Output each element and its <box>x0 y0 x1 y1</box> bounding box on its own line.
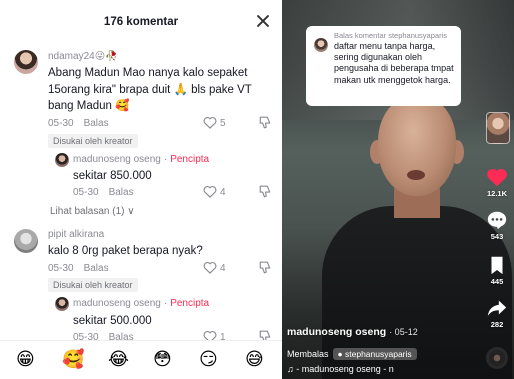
heart-icon[interactable] <box>203 185 217 198</box>
music-ticker[interactable]: ♫ - madunoseng oseng - n <box>287 364 394 374</box>
reply-button[interactable]: Balas <box>84 263 109 274</box>
dislike-icon[interactable] <box>259 185 271 198</box>
replying-to-line: Membalas ● stephanusyaparis <box>287 348 417 360</box>
replying-to-chip[interactable]: ● stephanusyaparis <box>332 348 417 360</box>
like-count: 4 <box>220 263 226 274</box>
creator-avatar[interactable] <box>486 112 510 144</box>
replying-label: Membalas <box>287 349 329 359</box>
video-person-mouth <box>407 170 425 180</box>
emoji-button[interactable]: 😏 <box>199 349 218 371</box>
emoji-button[interactable]: 😳 <box>153 349 172 371</box>
reply-sticker-text: daftar menu tanpa harga, sering digunaka… <box>334 41 454 85</box>
comment-count: 543 <box>490 232 504 241</box>
avatar[interactable] <box>14 229 38 253</box>
view-replies-link[interactable]: Lihat balasan (1) ∨ <box>50 206 135 217</box>
reply-text: sekitar 500.000 <box>73 315 152 327</box>
avatar[interactable] <box>55 153 69 167</box>
comments-panel: 176 komentar ndamay24😜🥀 Abang Madun Mao … <box>0 0 282 379</box>
reply-username-line: madunoseng oseng · Pencipta <box>73 298 210 309</box>
comment-text: Abang Madun Mao nanya kalo sepaket 15ora… <box>48 67 252 112</box>
comment-icon[interactable] <box>486 209 508 231</box>
share-action[interactable]: 282 <box>484 297 510 329</box>
avatar <box>314 38 328 52</box>
share-icon[interactable] <box>486 297 508 319</box>
reply-date: 05-30 <box>73 187 99 198</box>
comment-date: 05-30 <box>48 118 74 129</box>
like-count: 5 <box>220 118 226 129</box>
bookmark-icon[interactable] <box>486 254 508 276</box>
emoji-button[interactable]: 🥰 <box>62 349 84 371</box>
reply-sticker-header: Balas komentar stephanusyaparis <box>334 31 447 40</box>
reply-text: sekitar 850.000 <box>73 170 152 182</box>
dislike-icon[interactable] <box>259 261 271 274</box>
video-date: · 05-12 <box>389 327 418 337</box>
share-count: 282 <box>490 320 504 329</box>
comment-date: 05-30 <box>48 263 74 274</box>
comment-username[interactable]: pipit alkirana <box>48 229 104 240</box>
reply-button[interactable]: Balas <box>109 187 134 198</box>
comment-text: kalo 8 0rg paket berapa nyak? <box>48 245 203 257</box>
emoji-button[interactable]: 😁 <box>16 349 35 371</box>
creator-label: Pencipta <box>170 298 210 309</box>
video-author-line: madunoseng oseng · 05-12 <box>287 326 418 338</box>
like-action[interactable]: 12.1K <box>484 166 510 198</box>
liked-by-creator-badge: Disukai oleh kreator <box>48 278 138 292</box>
comment-meta: 05-30 Balas <box>48 263 109 274</box>
reply-meta: 05-30 Balas <box>73 187 134 198</box>
video-author[interactable]: madunoseng oseng <box>287 326 386 338</box>
emoji-quick-bar: 😁 🥰 😂 😳 😏 😅 <box>0 340 282 379</box>
emoji-button[interactable]: 😂 <box>108 349 129 371</box>
dislike-icon[interactable] <box>259 116 271 129</box>
reply-username-line: madunoseng oseng · Pencipta <box>73 154 210 165</box>
heart-icon[interactable] <box>203 116 217 129</box>
music-disc-icon[interactable] <box>486 347 508 369</box>
reply-username[interactable]: madunoseng oseng <box>73 298 161 309</box>
avatar[interactable] <box>55 297 69 311</box>
creator-label: Pencipta <box>170 154 210 165</box>
video-player[interactable]: Balas komentar stephanusyaparis daftar m… <box>282 0 514 379</box>
like-count: 12.1K <box>486 189 507 198</box>
comments-count-title: 176 komentar <box>103 16 179 28</box>
comments-header: 176 komentar <box>0 0 282 44</box>
comment-meta: 05-30 Balas <box>48 118 109 129</box>
liked-by-creator-badge: Disukai oleh kreator <box>48 134 138 148</box>
like-count: 4 <box>220 187 226 198</box>
reply-button[interactable]: Balas <box>84 118 109 129</box>
heart-icon[interactable] <box>486 166 508 188</box>
save-action[interactable]: 445 <box>484 254 510 286</box>
avatar[interactable] <box>14 50 38 74</box>
emoji-button[interactable]: 😅 <box>245 349 264 371</box>
close-icon[interactable] <box>254 12 272 30</box>
reply-comment-sticker[interactable]: Balas komentar stephanusyaparis daftar m… <box>306 26 461 106</box>
heart-icon[interactable] <box>203 261 217 274</box>
video-person-head <box>378 96 456 196</box>
comment-username[interactable]: ndamay24😜🥀 <box>48 51 118 62</box>
comment-action[interactable]: 543 <box>484 209 510 241</box>
save-count: 445 <box>490 277 504 286</box>
reply-username[interactable]: madunoseng oseng <box>73 154 161 165</box>
